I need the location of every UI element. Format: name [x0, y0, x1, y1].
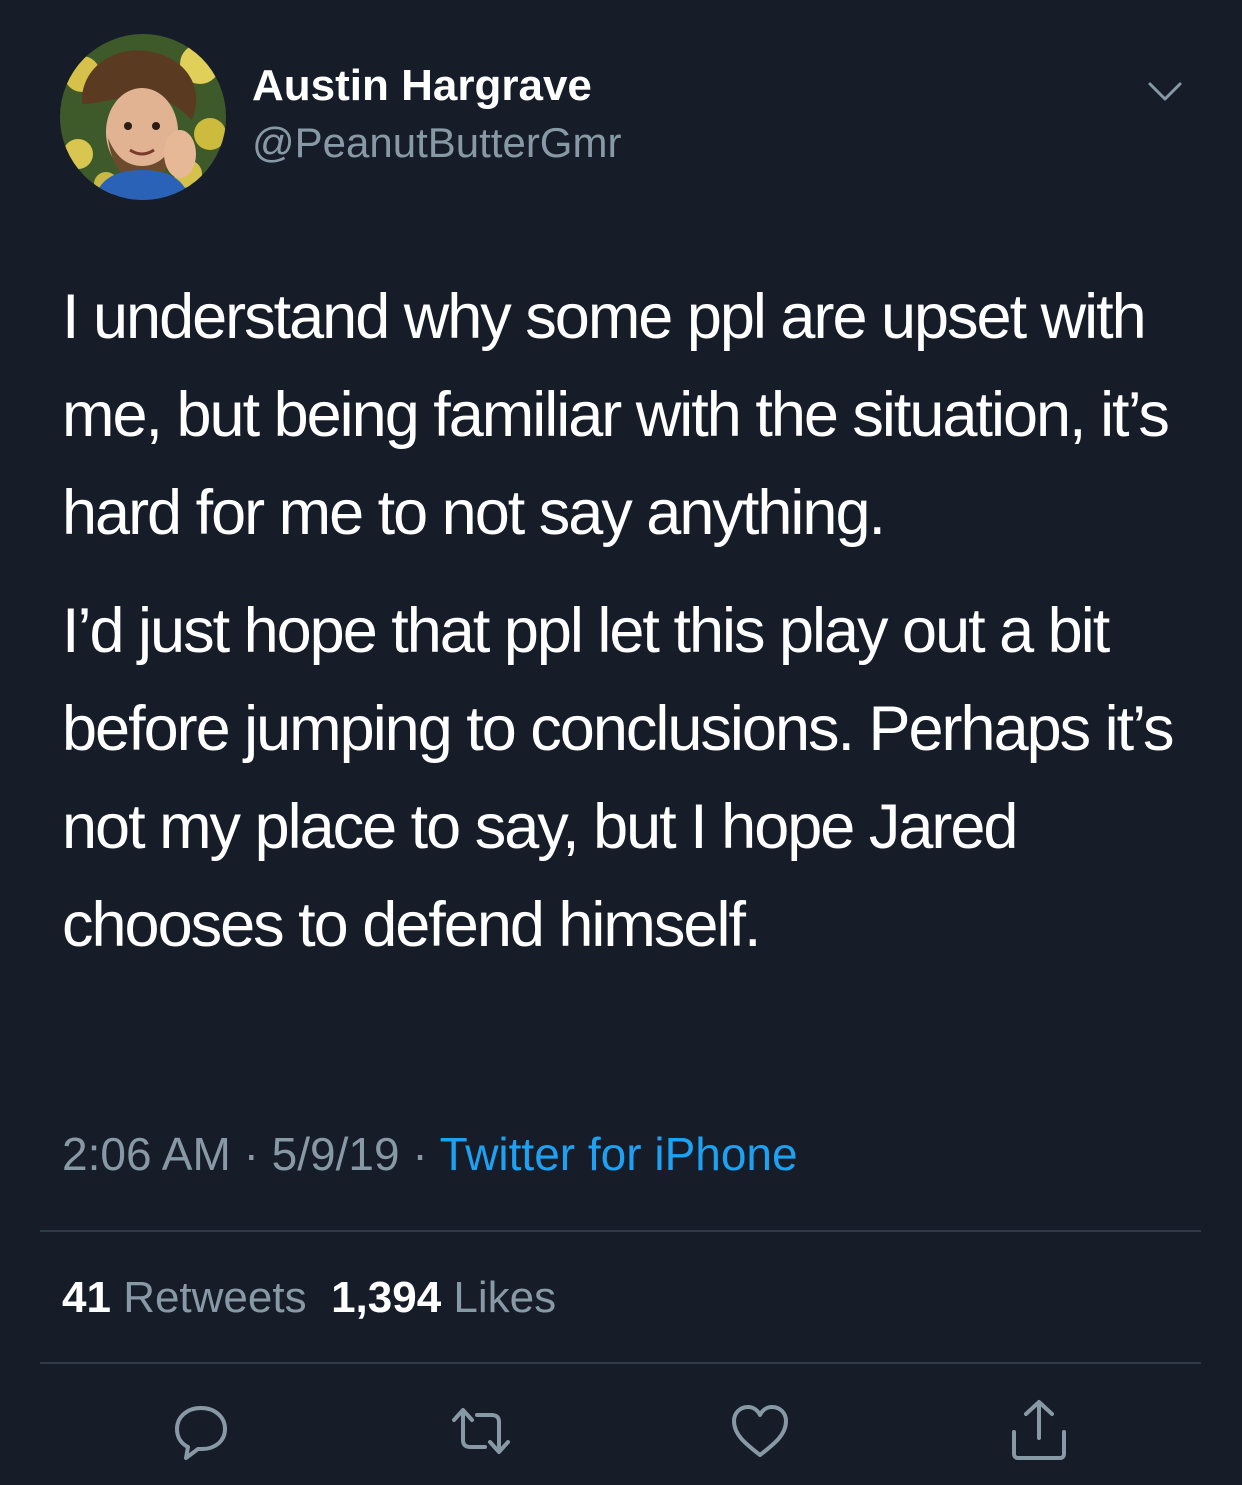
likes-label: Likes — [453, 1273, 557, 1322]
avatar[interactable] — [60, 34, 226, 200]
retweet-icon — [452, 1408, 510, 1454]
reply-icon — [175, 1406, 227, 1460]
tweet-stats: 41 Retweets 1,394 Likes — [62, 1270, 556, 1326]
retweet-button[interactable] — [448, 1398, 514, 1464]
retweets-count: 41 — [62, 1273, 111, 1322]
tweet-source-link[interactable]: Twitter for iPhone — [440, 1128, 798, 1180]
likes-count: 1,394 — [331, 1273, 442, 1322]
author-display-name[interactable]: Austin Hargrave — [252, 60, 592, 112]
tweet-paragraph: I understand why some ppl are upset with… — [62, 282, 1170, 548]
retweets-stat[interactable]: 41 Retweets — [62, 1273, 307, 1322]
tweet-time: 2:06 AM — [62, 1128, 231, 1180]
tweet-date: 5/9/19 — [271, 1128, 400, 1180]
avatar-image — [60, 34, 226, 200]
chevron-down-icon[interactable] — [1140, 72, 1190, 112]
meta-separator: · — [412, 1128, 428, 1180]
share-icon — [1012, 1400, 1066, 1460]
heart-icon — [732, 1405, 788, 1457]
reply-button[interactable] — [168, 1398, 234, 1464]
tweet-text: I understand why some ppl are upset with… — [62, 268, 1182, 974]
author-handle[interactable]: @PeanutButterGmr — [252, 118, 621, 168]
share-button[interactable] — [1006, 1398, 1072, 1464]
tweet-meta: 2:06 AM · 5/9/19 · Twitter for iPhone — [62, 1126, 798, 1182]
like-button[interactable] — [727, 1398, 793, 1464]
divider — [40, 1230, 1201, 1232]
divider — [40, 1362, 1201, 1364]
meta-separator: · — [243, 1128, 259, 1180]
tweet-paragraph: I’d just hope that ppl let this play out… — [62, 596, 1175, 960]
likes-stat[interactable]: 1,394 Likes — [331, 1273, 556, 1322]
retweets-label: Retweets — [123, 1273, 307, 1322]
